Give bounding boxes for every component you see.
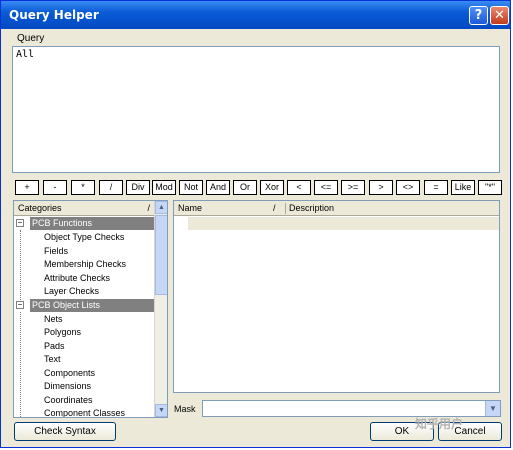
tree-item[interactable]: Attribute Checks [44, 272, 110, 285]
query-text: All [16, 49, 35, 60]
tree-group-pcb-object-lists[interactable]: − PCB Object Lists [16, 299, 154, 312]
tree-item[interactable]: Coordinates [44, 394, 93, 407]
query-textarea[interactable]: All [12, 46, 500, 173]
sort-icon: / [273, 203, 276, 213]
op-plus-button[interactable]: + [15, 180, 39, 195]
column-description-header[interactable]: Description [289, 201, 334, 215]
op-le-button[interactable]: <= [314, 180, 338, 195]
tree-item[interactable]: Component Classes [44, 407, 125, 417]
scroll-down-icon[interactable]: ▼ [155, 404, 167, 417]
tree-item[interactable]: Nets [44, 313, 63, 326]
tree-connector [20, 230, 21, 306]
op-lt-button[interactable]: < [287, 180, 311, 195]
window-title: Query Helper [9, 8, 99, 22]
op-like-button[interactable]: Like [451, 180, 475, 195]
tree-item[interactable]: Layer Checks [44, 285, 99, 298]
op-div-button[interactable]: Div [126, 180, 150, 195]
tree-group-pcb-functions[interactable]: − PCB Functions [16, 217, 154, 230]
op-ge-button[interactable]: >= [341, 180, 365, 195]
tree-item[interactable]: Text [44, 353, 61, 366]
collapse-icon[interactable]: − [16, 301, 24, 309]
op-minus-button[interactable]: - [43, 180, 67, 195]
op-divide-button[interactable]: / [99, 180, 123, 195]
close-button[interactable]: ✕ [490, 6, 509, 25]
op-ne-button[interactable]: <> [396, 180, 420, 195]
functions-list[interactable]: Name / Description [173, 200, 500, 393]
op-multiply-button[interactable]: * [71, 180, 95, 195]
collapse-icon[interactable]: − [16, 219, 24, 227]
op-eq-button[interactable]: = [424, 180, 448, 195]
query-label: Query [17, 33, 45, 44]
tree-connector [20, 312, 21, 417]
help-button[interactable]: ? [469, 6, 488, 25]
tree-group-label: PCB Functions [30, 217, 154, 230]
check-syntax-button[interactable]: Check Syntax [14, 422, 116, 441]
column-name-header[interactable]: Name [178, 201, 202, 215]
tree-item[interactable]: Pads [44, 340, 65, 353]
sort-icon: / [147, 203, 150, 213]
op-or-button[interactable]: Or [233, 180, 257, 195]
op-gt-button[interactable]: > [369, 180, 393, 195]
categories-tree[interactable]: Categories / − PCB Functions Object Type… [13, 200, 168, 418]
list-row[interactable] [188, 217, 499, 230]
list-header: Name / Description [174, 201, 499, 216]
op-wildcard-button[interactable]: "*" [478, 180, 502, 195]
op-xor-button[interactable]: Xor [260, 180, 284, 195]
tree-item[interactable]: Dimensions [44, 380, 91, 393]
tree-item[interactable]: Fields [44, 245, 68, 258]
title-bar[interactable]: Query Helper ? ✕ [1, 1, 510, 29]
op-and-button[interactable]: And [206, 180, 230, 195]
chevron-down-icon[interactable]: ▼ [485, 401, 500, 416]
categories-scrollbar[interactable]: ▲ ▼ [154, 201, 167, 417]
tree-item[interactable]: Object Type Checks [44, 231, 124, 244]
tree-group-label: PCB Object Lists [30, 299, 154, 312]
tree-item[interactable]: Components [44, 367, 95, 380]
scroll-thumb[interactable] [155, 215, 167, 295]
scroll-up-icon[interactable]: ▲ [155, 201, 167, 214]
query-helper-window: Query Helper ? ✕ Query All + - * / Div M… [0, 0, 511, 448]
mask-label: Mask [174, 404, 196, 414]
tree-item[interactable]: Membership Checks [44, 258, 126, 271]
op-not-button[interactable]: Not [179, 180, 203, 195]
categories-header-label: Categories [18, 203, 62, 213]
tree-item[interactable]: Polygons [44, 326, 81, 339]
op-mod-button[interactable]: Mod [152, 180, 176, 195]
categories-header[interactable]: Categories / [14, 201, 154, 216]
watermark: 知乎用户 [415, 417, 464, 431]
column-divider[interactable] [285, 203, 286, 214]
